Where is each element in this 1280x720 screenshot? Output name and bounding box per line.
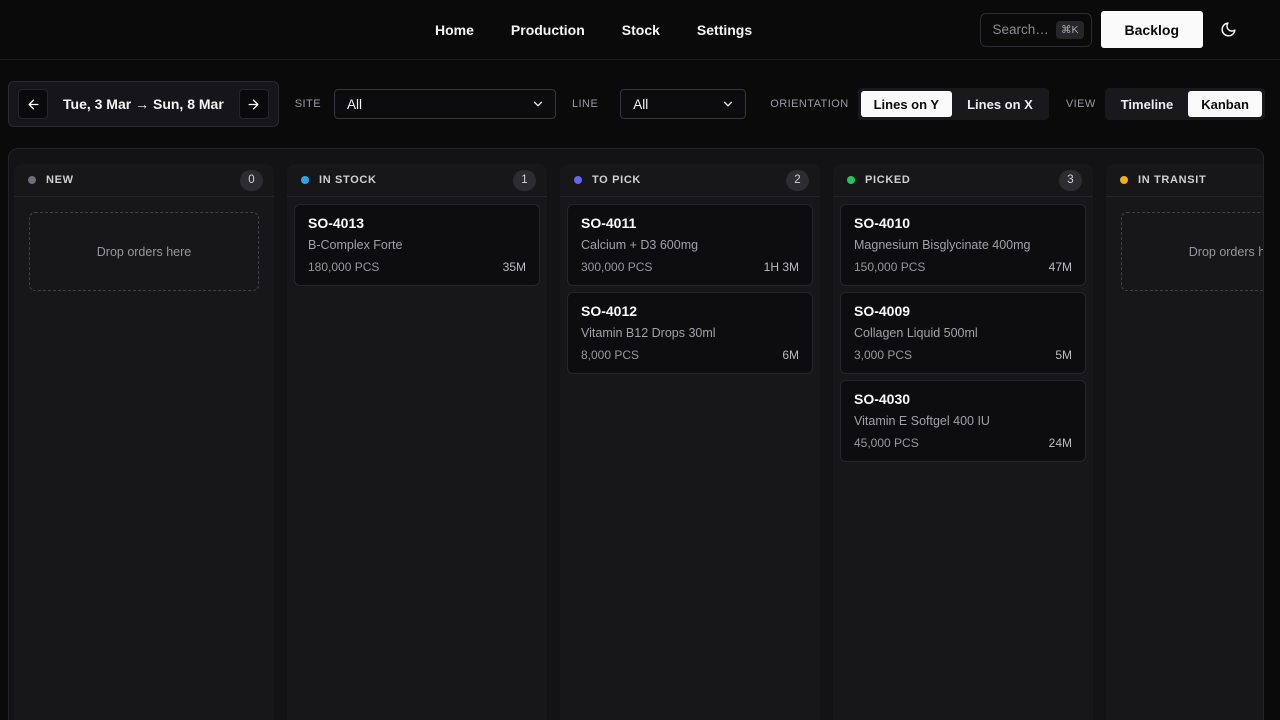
- kanban-board-panel: NEW 0 Drop orders here IN STOCK 1 SO-401…: [8, 148, 1264, 720]
- chevron-down-icon: [721, 97, 735, 111]
- column-to-pick: TO PICK 2 SO-4011 Calcium + D3 600mg 300…: [560, 164, 820, 720]
- site-label: SITE: [295, 98, 321, 110]
- search-shortcut-badge: ⌘K: [1056, 21, 1084, 39]
- drop-zone[interactable]: Drop orders here: [1121, 212, 1264, 291]
- order-card[interactable]: SO-4013 B-Complex Forte 180,000 PCS 35M: [294, 204, 540, 286]
- order-product: B-Complex Forte: [308, 238, 526, 252]
- next-week-button[interactable]: [239, 89, 269, 119]
- search-placeholder: Search…: [993, 22, 1048, 37]
- column-body: SO-4011 Calcium + D3 600mg 300,000 PCS 1…: [560, 197, 820, 720]
- site-select-value: All: [347, 97, 531, 112]
- orientation-toggle: Lines on Y Lines on X: [858, 88, 1049, 120]
- status-dot: [574, 176, 582, 184]
- column-count-badge: 3: [1059, 170, 1082, 191]
- order-card[interactable]: SO-4011 Calcium + D3 600mg 300,000 PCS 1…: [567, 204, 813, 286]
- column-body: SO-4010 Magnesium Bisglycinate 400mg 150…: [833, 197, 1093, 720]
- column-new: NEW 0 Drop orders here: [14, 164, 274, 720]
- view-label: VIEW: [1066, 98, 1096, 110]
- status-dot: [847, 176, 855, 184]
- column-count-badge: 2: [786, 170, 809, 191]
- moon-icon: [1220, 21, 1237, 38]
- order-product: Collagen Liquid 500ml: [854, 326, 1072, 340]
- line-select[interactable]: All: [620, 89, 746, 119]
- orientation-lines-on-x-button[interactable]: Lines on X: [954, 91, 1046, 117]
- column-header: IN STOCK 1: [287, 164, 547, 197]
- column-title: IN TRANSIT: [1138, 174, 1206, 186]
- order-id: SO-4010: [854, 215, 1072, 231]
- order-quantity: 45,000 PCS: [854, 436, 919, 450]
- order-card[interactable]: SO-4012 Vitamin B12 Drops 30ml 8,000 PCS…: [567, 292, 813, 374]
- order-quantity: 8,000 PCS: [581, 348, 639, 362]
- order-quantity: 180,000 PCS: [308, 260, 379, 274]
- order-id: SO-4030: [854, 391, 1072, 407]
- column-title: PICKED: [865, 174, 911, 186]
- column-body: Drop orders here: [14, 197, 274, 720]
- view-toggle: Timeline Kanban: [1105, 88, 1265, 120]
- date-range-navigator: Tue, 3 Mar → Sun, 8 Mar: [8, 81, 279, 127]
- column-body: Drop orders here: [1106, 197, 1264, 720]
- order-product: Calcium + D3 600mg: [581, 238, 799, 252]
- prev-week-button[interactable]: [18, 89, 48, 119]
- view-timeline-button[interactable]: Timeline: [1108, 91, 1187, 117]
- order-duration: 24M: [1049, 436, 1072, 450]
- column-header: IN TRANSIT: [1106, 164, 1264, 197]
- order-duration: 6M: [782, 348, 799, 362]
- orientation-lines-on-y-button[interactable]: Lines on Y: [861, 91, 953, 117]
- view-kanban-button[interactable]: Kanban: [1188, 91, 1262, 117]
- order-duration: 35M: [503, 260, 526, 274]
- backlog-button[interactable]: Backlog: [1101, 11, 1203, 48]
- column-header: NEW 0: [14, 164, 274, 197]
- order-product: Vitamin B12 Drops 30ml: [581, 326, 799, 340]
- column-count-badge: 0: [240, 170, 263, 191]
- column-in-stock: IN STOCK 1 SO-4013 B-Complex Forte 180,0…: [287, 164, 547, 720]
- order-id: SO-4009: [854, 303, 1072, 319]
- nav-item-stock[interactable]: Stock: [622, 22, 660, 38]
- order-product: Magnesium Bisglycinate 400mg: [854, 238, 1072, 252]
- order-card[interactable]: SO-4030 Vitamin E Softgel 400 IU 45,000 …: [840, 380, 1086, 462]
- column-in-transit: IN TRANSIT Drop orders here: [1106, 164, 1264, 720]
- nav-item-production[interactable]: Production: [511, 22, 585, 38]
- order-duration: 1H 3M: [764, 260, 799, 274]
- line-label: LINE: [572, 98, 598, 110]
- top-navigation: Home Production Stock Settings Search… ⌘…: [0, 0, 1280, 60]
- column-header: PICKED 3: [833, 164, 1093, 197]
- status-dot: [1120, 176, 1128, 184]
- order-id: SO-4012: [581, 303, 799, 319]
- order-duration: 47M: [1049, 260, 1072, 274]
- column-header: TO PICK 2: [560, 164, 820, 197]
- column-body: SO-4013 B-Complex Forte 180,000 PCS 35M: [287, 197, 547, 720]
- order-quantity: 3,000 PCS: [854, 348, 912, 362]
- column-title: NEW: [46, 174, 74, 186]
- order-id: SO-4011: [581, 215, 799, 231]
- column-title: TO PICK: [592, 174, 641, 186]
- column-picked: PICKED 3 SO-4010 Magnesium Bisglycinate …: [833, 164, 1093, 720]
- order-product: Vitamin E Softgel 400 IU: [854, 414, 1072, 428]
- main-nav: Home Production Stock Settings: [435, 0, 752, 59]
- status-dot: [28, 176, 36, 184]
- order-quantity: 300,000 PCS: [581, 260, 652, 274]
- column-count-badge: 1: [513, 170, 536, 191]
- order-card[interactable]: SO-4009 Collagen Liquid 500ml 3,000 PCS …: [840, 292, 1086, 374]
- column-title: IN STOCK: [319, 174, 377, 186]
- order-quantity: 150,000 PCS: [854, 260, 925, 274]
- order-card[interactable]: SO-4010 Magnesium Bisglycinate 400mg 150…: [840, 204, 1086, 286]
- order-duration: 5M: [1055, 348, 1072, 362]
- site-select[interactable]: All: [334, 89, 556, 119]
- status-dot: [301, 176, 309, 184]
- kanban-columns: NEW 0 Drop orders here IN STOCK 1 SO-401…: [14, 164, 1258, 720]
- drop-zone[interactable]: Drop orders here: [29, 212, 259, 291]
- orientation-label: ORIENTATION: [770, 98, 848, 110]
- arrow-left-icon: [26, 97, 41, 112]
- order-id: SO-4013: [308, 215, 526, 231]
- date-range-label: Tue, 3 Mar → Sun, 8 Mar: [55, 96, 232, 112]
- nav-item-settings[interactable]: Settings: [697, 22, 752, 38]
- dark-mode-toggle[interactable]: [1216, 18, 1240, 42]
- nav-item-home[interactable]: Home: [435, 22, 474, 38]
- arrow-right-icon: [246, 97, 261, 112]
- line-select-value: All: [633, 97, 721, 112]
- filter-toolbar: Tue, 3 Mar → Sun, 8 Mar SITE All LINE Al…: [0, 60, 1280, 148]
- chevron-down-icon: [531, 97, 545, 111]
- search-input[interactable]: Search… ⌘K: [980, 13, 1092, 47]
- nav-right-controls: Search… ⌘K Backlog: [980, 0, 1240, 59]
